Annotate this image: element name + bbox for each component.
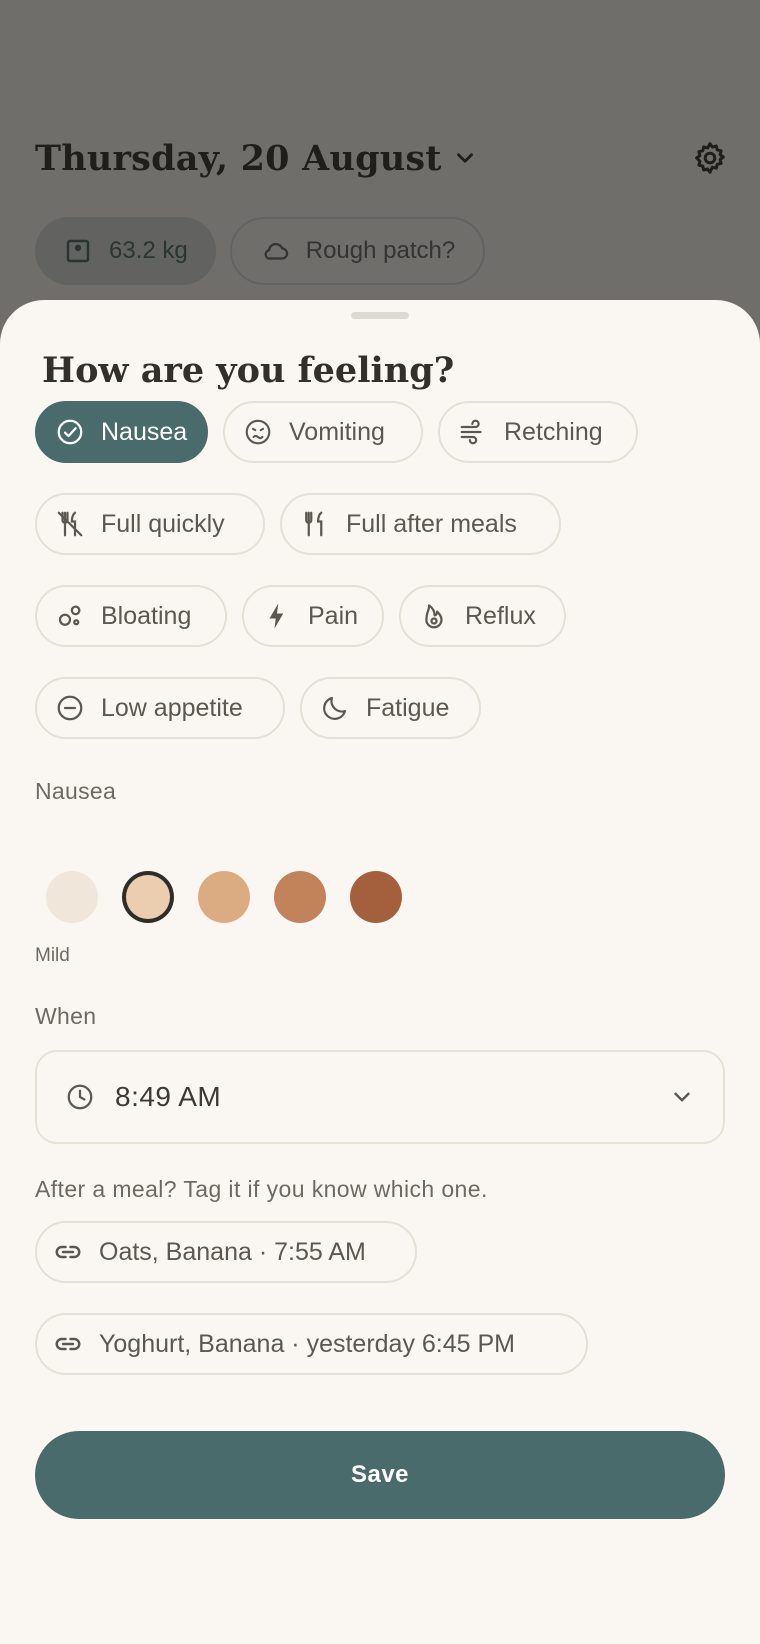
symptom-sheet: How are you feeling? Nausea Vomiting Ret…	[0, 300, 760, 1644]
symptom-label: Fatigue	[366, 693, 450, 722]
bubbles-icon	[58, 605, 81, 626]
clock-icon	[67, 1084, 93, 1110]
weight-chip[interactable]: 63.2 kg	[35, 217, 216, 285]
flame-icon	[425, 604, 443, 629]
chevron-down-icon	[456, 153, 473, 163]
severity-level-2[interactable]	[122, 871, 174, 923]
background-screen: Thursday, 20 August 63.2 kg Rough patch?	[0, 0, 760, 340]
symptom-label: Reflux	[465, 601, 536, 630]
rough-patch-chip[interactable]: Rough patch?	[229, 217, 486, 285]
save-button[interactable]: Save	[35, 1431, 725, 1519]
symptom-chip-full-quickly[interactable]: Full quickly	[35, 493, 265, 555]
meal-tag-label: Yoghurt, Banana · yesterday 6:45 PM	[99, 1329, 516, 1358]
symptom-chip-pain[interactable]: Pain	[242, 585, 384, 647]
bolt-icon	[269, 603, 284, 629]
severity-level-1[interactable]	[46, 871, 98, 923]
symptom-chip-retching[interactable]: Retching	[438, 401, 638, 463]
utensils-crossed-icon	[57, 511, 83, 537]
date-title: Thursday, 20 August	[35, 137, 442, 179]
rough-patch-label: Rough patch?	[305, 237, 456, 264]
sheet-drag-handle[interactable]	[351, 312, 409, 319]
weight-value: 63.2 kg	[109, 237, 188, 264]
meal-tag-chip[interactable]: Yoghurt, Banana · yesterday 6:45 PM	[35, 1313, 588, 1375]
symptom-row-2: Full quickly Full after meals	[35, 493, 561, 555]
symptom-label: Full after meals	[346, 509, 517, 538]
meal-hint: After a meal? Tag it if you know which o…	[35, 1176, 488, 1202]
symptom-chip-reflux[interactable]: Reflux	[399, 585, 566, 647]
symptom-label: Retching	[504, 417, 603, 446]
severity-level-4[interactable]	[274, 871, 326, 923]
gear-icon	[695, 142, 725, 174]
severity-label: Nausea	[35, 778, 117, 804]
time-select[interactable]: 8:49 AM	[35, 1050, 725, 1144]
meal-tag-chip[interactable]: Oats, Banana · 7:55 AM	[35, 1221, 417, 1283]
symptom-chip-nausea[interactable]: Nausea	[35, 401, 208, 463]
symptom-label: Vomiting	[289, 417, 385, 446]
symptom-chip-fatigue[interactable]: Fatigue	[300, 677, 481, 739]
settings-button[interactable]	[690, 138, 730, 178]
symptom-row-4: Low appetite Fatigue	[35, 677, 481, 739]
time-value: 8:49 AM	[115, 1081, 222, 1112]
background-chips: 63.2 kg Rough patch?	[35, 217, 486, 285]
symptom-row-3: Bloating Pain Reflux	[35, 585, 566, 647]
severity-level-3[interactable]	[198, 871, 250, 923]
severity-level-5[interactable]	[350, 871, 402, 923]
date-selector[interactable]: Thursday, 20 August	[35, 138, 478, 179]
scale-icon	[66, 239, 90, 263]
wind-icon	[460, 419, 482, 445]
symptom-chip-bloating[interactable]: Bloating	[35, 585, 227, 647]
chevron-down-icon	[674, 1092, 690, 1102]
symptom-chip-full-after-meals[interactable]: Full after meals	[280, 493, 561, 555]
check-circle-icon	[57, 419, 83, 445]
symptom-row-1: Nausea Vomiting Retching	[35, 401, 638, 463]
utensils-icon	[305, 511, 323, 537]
symptom-chip-vomiting[interactable]: Vomiting	[223, 401, 423, 463]
background-header: Thursday, 20 August	[35, 128, 730, 188]
link-icon	[55, 1337, 81, 1351]
meal-tag-label: Oats, Banana · 7:55 AM	[99, 1237, 366, 1266]
when-label: When	[35, 1003, 97, 1029]
symptom-label: Low appetite	[101, 693, 243, 722]
severity-selector	[46, 871, 402, 923]
sick-face-icon	[245, 419, 271, 445]
moon-icon	[323, 696, 347, 720]
minus-circle-icon	[57, 695, 83, 721]
symptom-label: Pain	[308, 601, 359, 630]
symptom-chip-low-appetite[interactable]: Low appetite	[35, 677, 285, 739]
symptom-label: Full quickly	[101, 509, 225, 538]
symptom-label: Bloating	[101, 601, 192, 630]
sheet-title: How are you feeling?	[42, 350, 455, 391]
link-icon	[55, 1245, 81, 1259]
severity-caption: Mild	[35, 945, 70, 966]
cloud-icon	[264, 242, 288, 260]
symptom-label: Nausea	[101, 417, 188, 446]
